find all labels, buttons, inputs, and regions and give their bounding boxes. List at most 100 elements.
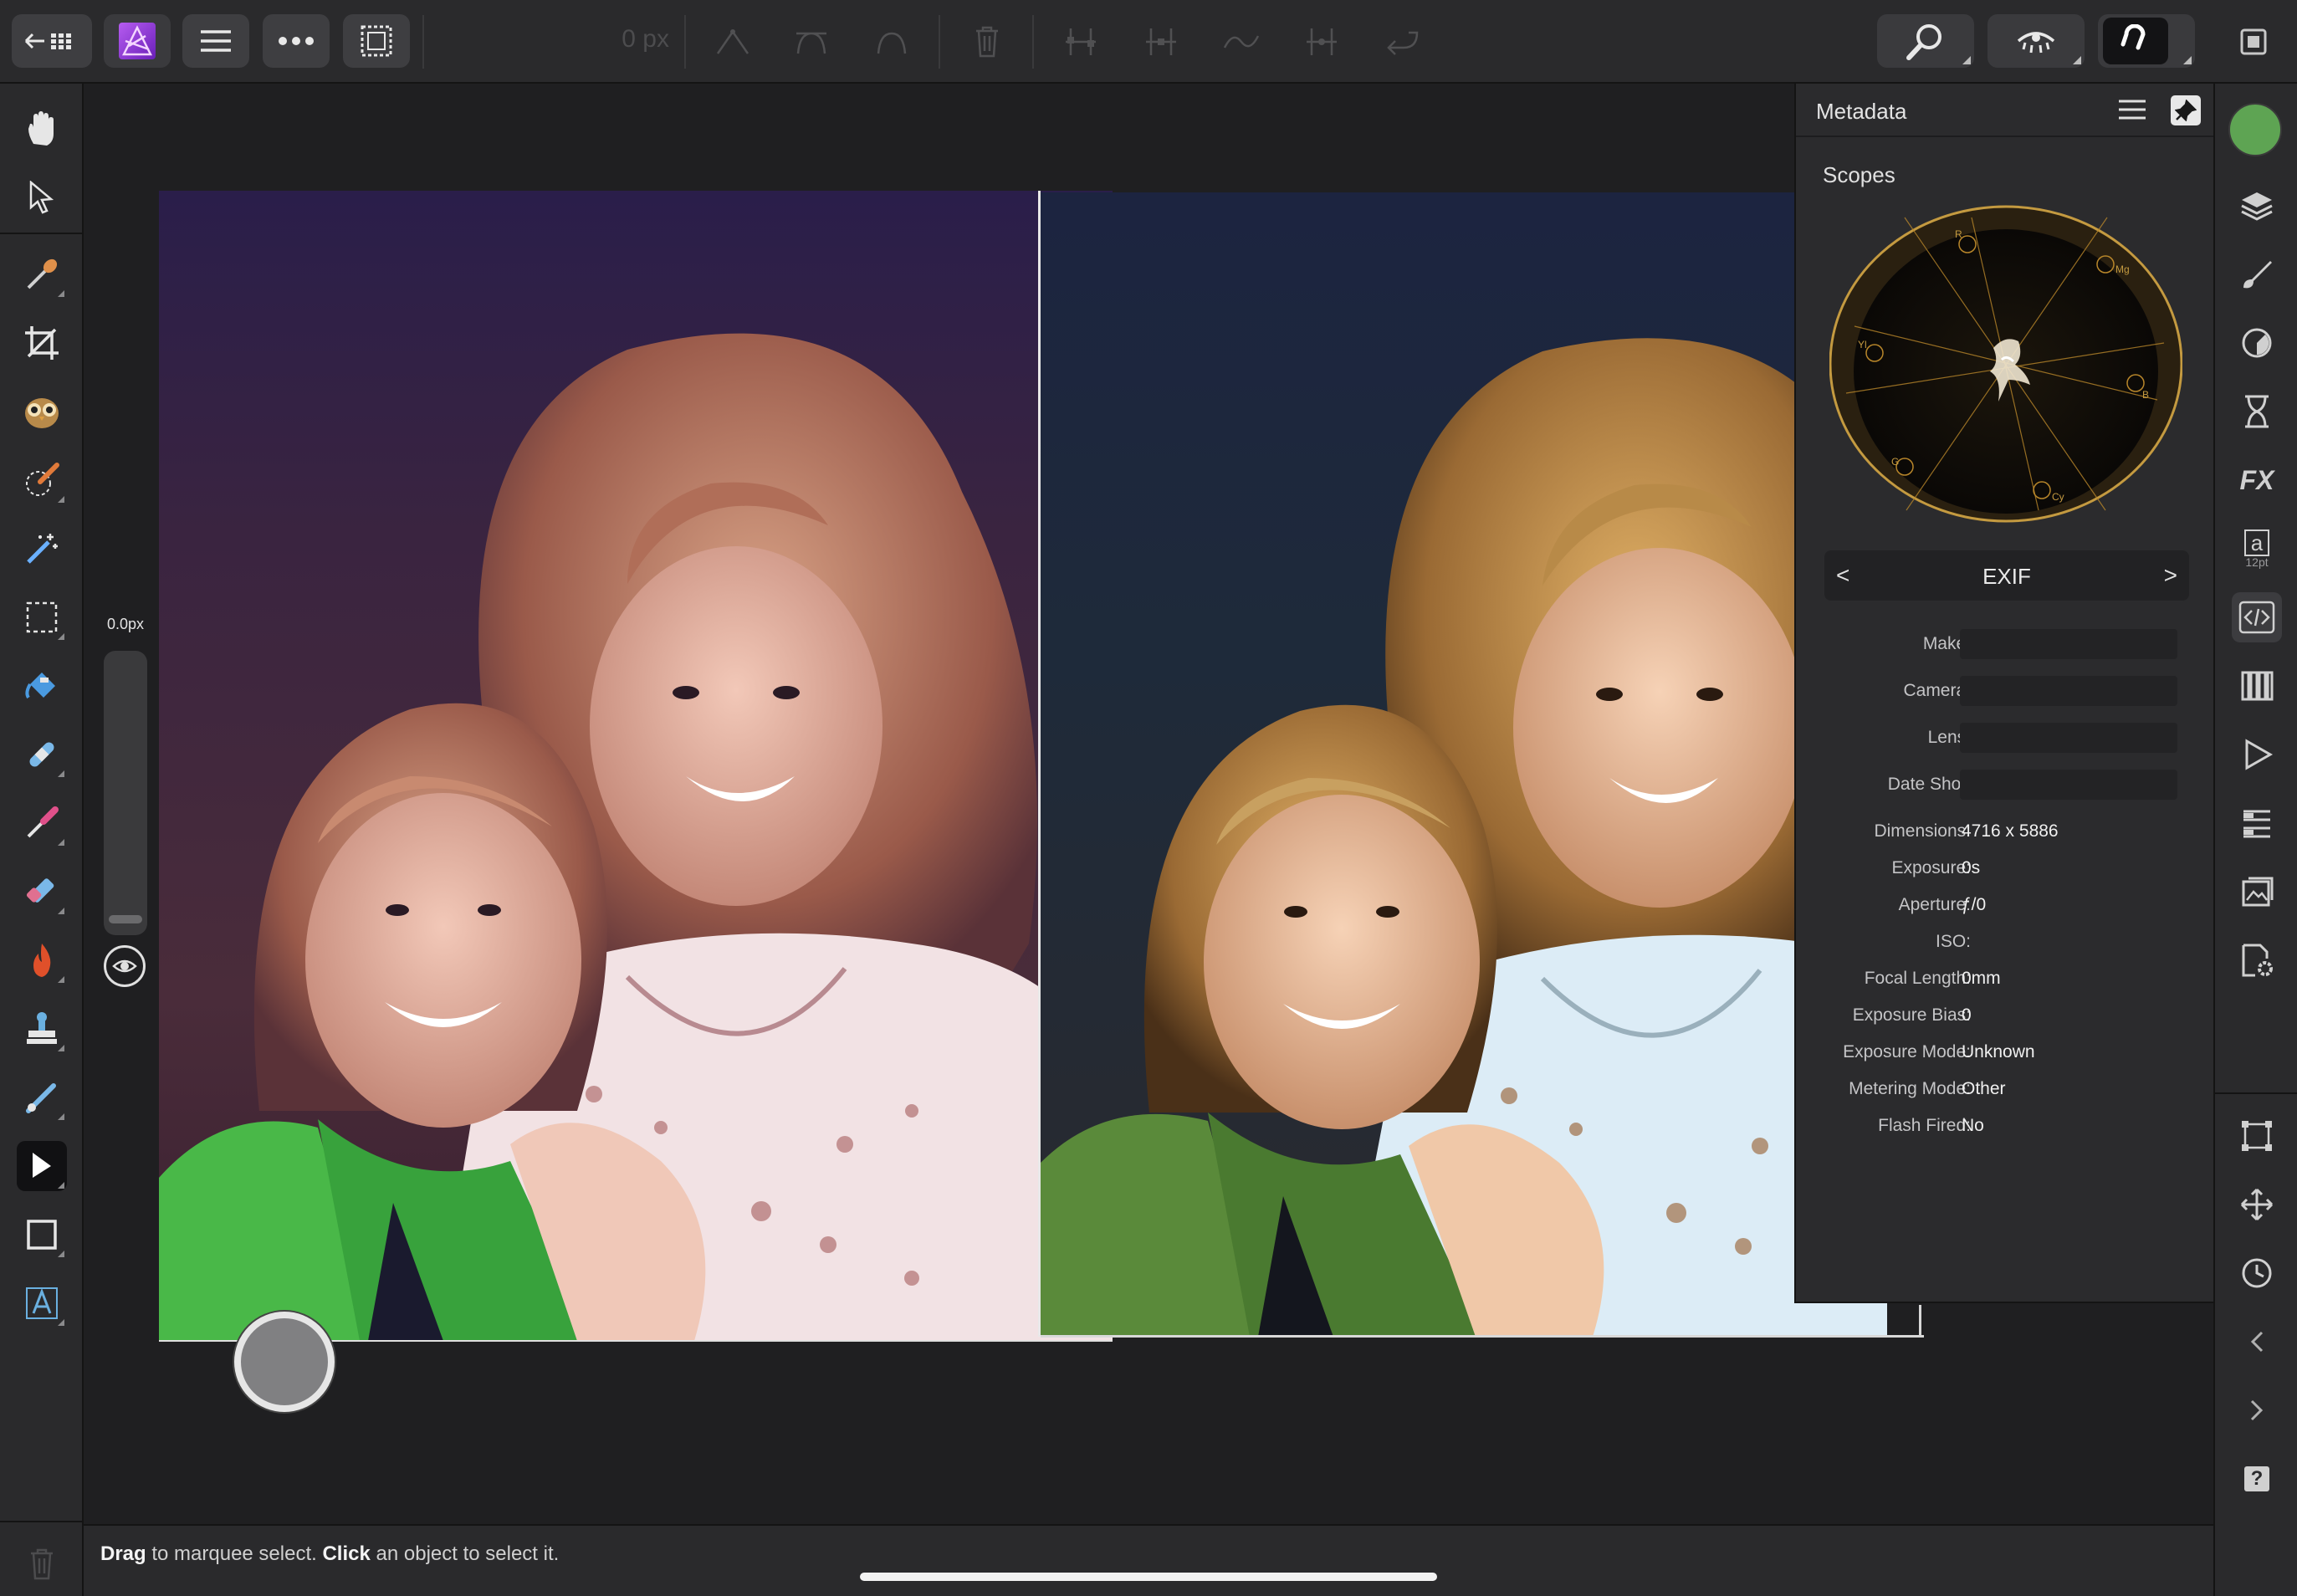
toolbar-divider	[1032, 15, 1034, 69]
move-tool[interactable]	[17, 172, 67, 223]
more-options-button[interactable]	[263, 14, 330, 68]
after-photo[interactable]	[1041, 192, 1887, 1337]
before-photo[interactable]	[159, 191, 1113, 1341]
hold-modifier-button[interactable]	[234, 1312, 335, 1412]
transform-studio-button[interactable]	[2232, 1111, 2282, 1161]
metadata-label: Flash Fired:	[1878, 1116, 1971, 1135]
zoom-button[interactable]	[1877, 14, 1974, 68]
smudge-tool[interactable]	[17, 1072, 67, 1123]
align-nodes-button[interactable]	[1298, 18, 1345, 65]
metadata-input[interactable]	[1960, 770, 2177, 800]
metadata-input[interactable]	[1960, 629, 2177, 659]
move-studio-button[interactable]	[2232, 1179, 2282, 1230]
preview-toggle-button[interactable]	[104, 945, 146, 987]
hamburger-icon	[201, 30, 231, 52]
expand-right-button[interactable]	[2232, 1385, 2282, 1435]
scope-label-mg: Mg	[2115, 263, 2130, 275]
brush-width-slider[interactable]: 0.0px	[99, 616, 152, 935]
rectangle-tool[interactable]	[17, 1210, 67, 1260]
text-styles-studio-button[interactable]: a 12pt	[2232, 524, 2282, 574]
eraser-icon	[26, 878, 54, 903]
node-tool[interactable]	[17, 1141, 67, 1191]
navigator-studio-button[interactable]	[2232, 867, 2282, 917]
sharp-node-button[interactable]	[709, 18, 756, 65]
clone-tool[interactable]	[17, 1004, 67, 1054]
metadata-row: Focal Length: 0mm	[1796, 964, 2213, 994]
crop-tool[interactable]	[17, 318, 67, 368]
brush-tool[interactable]	[17, 798, 67, 848]
settings-studio-button[interactable]	[2232, 935, 2282, 985]
red-eye-tool[interactable]	[17, 386, 67, 437]
document-menu-button[interactable]	[182, 14, 249, 68]
paint-brush-tool[interactable]	[17, 729, 67, 780]
pin-panel-button[interactable]	[2171, 95, 2201, 125]
layers-studio-button[interactable]	[2232, 181, 2282, 231]
swatches-studio-button[interactable]	[2232, 661, 2282, 711]
smooth-curve-icon	[1223, 35, 1260, 49]
metadata-label: Date Shot:	[1887, 775, 1971, 794]
smooth-node-icon	[796, 32, 826, 54]
slider-knob[interactable]	[109, 915, 142, 923]
metadata-studio-button[interactable]	[2232, 592, 2282, 642]
export-button[interactable]	[2230, 18, 2277, 65]
metadata-label: ISO:	[1935, 932, 1971, 951]
erase-brush-tool[interactable]	[17, 867, 67, 917]
smart-node-button[interactable]	[868, 18, 915, 65]
close-curve-icon	[1387, 31, 1419, 55]
panel-header: Metadata	[1796, 84, 2213, 137]
slider-track[interactable]	[104, 651, 147, 935]
magic-wand-tool[interactable]	[17, 524, 67, 574]
selection-options-button[interactable]	[343, 14, 410, 68]
brushes-studio-button[interactable]	[2232, 249, 2282, 299]
join-curves-button[interactable]	[1138, 18, 1184, 65]
collapse-left-button[interactable]	[2232, 1317, 2282, 1367]
width-field[interactable]: 0 px	[602, 25, 669, 54]
view-mode-button[interactable]	[1987, 14, 2085, 68]
delete-button[interactable]	[17, 1539, 67, 1589]
library-studio-button[interactable]	[2232, 798, 2282, 848]
color-picker-tool[interactable]	[17, 249, 67, 299]
photo-persona-button[interactable]	[104, 14, 171, 68]
back-grid-icon	[24, 33, 71, 49]
flood-fill-tool[interactable]	[17, 661, 67, 711]
break-curve-button[interactable]	[1057, 18, 1104, 65]
magnet-icon	[2121, 24, 2146, 50]
smooth-node-button[interactable]	[788, 18, 835, 65]
context-status-bar: Drag to marquee select. Click an object …	[84, 1524, 2213, 1596]
help-button[interactable]: ?	[2232, 1454, 2282, 1504]
back-to-gallery-button[interactable]	[12, 14, 92, 68]
view-tool[interactable]	[17, 104, 67, 154]
macro-studio-button[interactable]	[2232, 729, 2282, 780]
metadata-value: 0	[1962, 1005, 1972, 1025]
home-indicator[interactable]	[860, 1573, 1437, 1581]
burn-tool[interactable]	[17, 935, 67, 985]
close-curve-button[interactable]	[1379, 18, 1425, 65]
selection-brush-tool[interactable]	[17, 455, 67, 505]
move-arrows-icon	[2240, 1188, 2274, 1221]
metadata-value: Other	[1962, 1079, 2006, 1098]
text-style-icon: a	[2243, 529, 2270, 556]
scope-label-r: R	[1955, 228, 1962, 240]
metadata-row: Metering Mode: Other	[1796, 1074, 2213, 1104]
metadata-input[interactable]	[1960, 676, 2177, 706]
metadata-row: Flash Fired: No	[1796, 1111, 2213, 1141]
effects-studio-button[interactable]: FX	[2232, 455, 2282, 505]
crop-icon	[25, 326, 59, 360]
artistic-text-tool[interactable]	[17, 1278, 67, 1328]
metadata-value: ƒ/0	[1962, 895, 1987, 914]
snapping-button[interactable]	[2098, 14, 2195, 68]
smooth-curves-button[interactable]	[1218, 18, 1265, 65]
flame-icon	[33, 944, 51, 977]
current-color-swatch[interactable]	[2228, 103, 2282, 156]
history-timeline-button[interactable]	[2232, 1248, 2282, 1298]
split-view-divider[interactable]	[1038, 191, 1041, 1337]
brush-width-value: 0.0px	[106, 616, 145, 632]
fx-icon: FX	[2239, 464, 2274, 495]
history-studio-button[interactable]	[2232, 386, 2282, 437]
next-category-button[interactable]: >	[2164, 562, 2177, 589]
adjustments-studio-button[interactable]	[2232, 318, 2282, 368]
metadata-input[interactable]	[1960, 723, 2177, 753]
panel-menu-button[interactable]	[2117, 97, 2147, 124]
rectangular-marquee-tool[interactable]	[17, 592, 67, 642]
delete-node-button[interactable]	[964, 18, 1010, 65]
